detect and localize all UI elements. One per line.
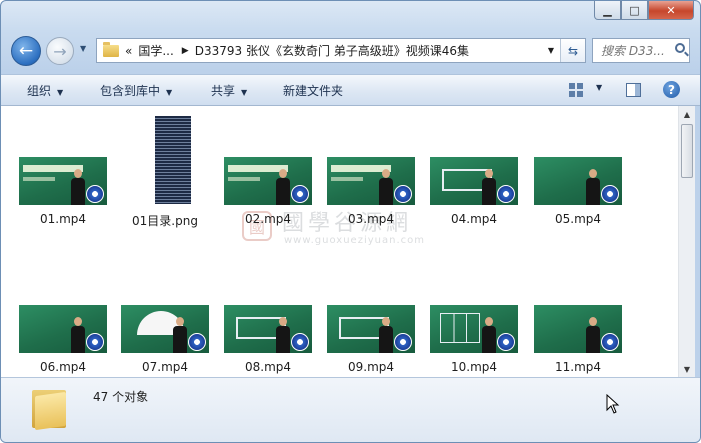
preview-pane-icon[interactable] xyxy=(626,83,641,97)
file-name: 10.mp4 xyxy=(450,360,498,374)
file-name: 03.mp4 xyxy=(347,212,395,226)
file-name: 07.mp4 xyxy=(141,360,189,374)
file-name: 11.mp4 xyxy=(554,360,602,374)
vertical-scrollbar[interactable]: ▲ ▼ xyxy=(678,106,695,377)
back-button[interactable]: ← xyxy=(11,36,41,66)
forward-button[interactable]: → xyxy=(46,37,74,65)
organize-menu[interactable]: 组织 ▼ xyxy=(27,82,63,99)
file-name: 01.mp4 xyxy=(39,212,87,226)
search-box[interactable] xyxy=(592,38,690,63)
file-name: 08.mp4 xyxy=(244,360,292,374)
refresh-button[interactable]: ⇆ xyxy=(560,39,585,62)
search-input[interactable] xyxy=(599,42,675,59)
share-label: 共享 xyxy=(211,84,236,98)
explorer-window: ▁ □ ✕ ← → ▼ « 国学... ▶ D33793 张仪《玄数奇门 弟子高… xyxy=(0,0,701,443)
breadcrumb-overflow[interactable]: « xyxy=(125,44,132,58)
include-in-library-label: 包含到库中 xyxy=(100,84,161,98)
video-thumbnail xyxy=(430,305,518,353)
item-count: 47 个对象 xyxy=(93,390,149,404)
video-thumbnail xyxy=(19,305,107,353)
file-item[interactable]: 03.mp4 xyxy=(327,106,427,246)
address-dropdown-icon[interactable]: ▼ xyxy=(543,39,559,62)
share-menu[interactable]: 共享 ▼ xyxy=(211,82,247,99)
file-item[interactable]: 06.mp4 xyxy=(19,254,119,377)
command-bar: 组织 ▼ 包含到库中 ▼ 共享 ▼ 新建文件夹 ▼ ? xyxy=(1,74,700,106)
caption-buttons: ▁ □ ✕ xyxy=(594,1,694,20)
video-file-icon xyxy=(291,333,309,351)
video-file-icon xyxy=(86,185,104,203)
video-thumbnail xyxy=(224,157,312,205)
file-item[interactable]: 04.mp4 xyxy=(430,106,530,246)
file-list-view[interactable]: 國 國學谷源網 www.guoxueziyuan.com 01.mp4 01目录.… xyxy=(1,106,678,377)
file-item[interactable]: 02.mp4 xyxy=(224,106,324,246)
scrollbar-thumb[interactable] xyxy=(681,124,693,178)
breadcrumb-separator-icon[interactable]: ▶ xyxy=(182,46,189,56)
recent-pages-dropdown[interactable]: ▼ xyxy=(80,44,86,53)
new-folder-label: 新建文件夹 xyxy=(283,84,344,98)
change-view-icon[interactable] xyxy=(569,83,583,97)
file-item[interactable]: 09.mp4 xyxy=(327,254,427,377)
chevron-down-icon: ▼ xyxy=(57,88,64,97)
view-options-dropdown[interactable]: ▼ xyxy=(596,83,602,92)
video-thumbnail xyxy=(19,157,107,205)
file-item[interactable]: 07.mp4 xyxy=(121,254,221,377)
file-name: 02.mp4 xyxy=(244,212,292,226)
minimize-button[interactable]: ▁ xyxy=(594,1,621,20)
new-folder-button[interactable]: 新建文件夹 xyxy=(283,82,343,99)
video-thumbnail xyxy=(534,305,622,353)
file-item[interactable]: 08.mp4 xyxy=(224,254,324,377)
organize-label: 组织 xyxy=(27,84,52,98)
video-thumbnail xyxy=(534,157,622,205)
title-bar: ▁ □ ✕ xyxy=(1,1,700,29)
video-file-icon xyxy=(394,333,412,351)
include-in-library-menu[interactable]: 包含到库中 ▼ xyxy=(100,82,172,99)
video-file-icon xyxy=(497,333,515,351)
scroll-up-icon[interactable]: ▲ xyxy=(679,106,695,122)
video-thumbnail xyxy=(430,157,518,205)
file-name: 09.mp4 xyxy=(347,360,395,374)
chevron-down-icon: ▼ xyxy=(166,88,173,97)
file-name: 01目录.png xyxy=(132,214,198,228)
folder-icon xyxy=(103,41,119,57)
help-icon[interactable]: ? xyxy=(663,81,680,98)
file-item[interactable]: 10.mp4 xyxy=(430,254,530,377)
video-file-icon xyxy=(188,333,206,351)
file-item[interactable]: 01.mp4 xyxy=(19,106,119,246)
video-file-icon xyxy=(601,333,619,351)
file-item[interactable]: 05.mp4 xyxy=(534,106,634,246)
details-pane: 47 个对象 xyxy=(1,377,700,442)
scroll-down-icon[interactable]: ▼ xyxy=(679,361,695,377)
navigation-bar: ← → ▼ « 国学... ▶ D33793 张仪《玄数奇门 弟子高级班》视频课… xyxy=(1,31,700,71)
folder-icon xyxy=(32,388,66,431)
breadcrumb-current[interactable]: D33793 张仪《玄数奇门 弟子高级班》视频课46集 xyxy=(195,42,469,59)
video-thumbnail xyxy=(327,305,415,353)
chevron-down-icon: ▼ xyxy=(241,88,248,97)
address-bar[interactable]: « 国学... ▶ D33793 张仪《玄数奇门 弟子高级班》视频课46集 ▼ … xyxy=(96,38,586,63)
video-file-icon xyxy=(291,185,309,203)
search-icon[interactable] xyxy=(675,43,685,53)
video-file-icon xyxy=(86,333,104,351)
maximize-button[interactable]: □ xyxy=(621,1,648,20)
image-thumbnail xyxy=(155,116,191,204)
file-item[interactable]: 11.mp4 xyxy=(534,254,634,377)
video-thumbnail xyxy=(121,305,209,353)
file-name: 04.mp4 xyxy=(450,212,498,226)
video-thumbnail xyxy=(224,305,312,353)
file-name: 05.mp4 xyxy=(554,212,602,226)
file-name: 06.mp4 xyxy=(39,360,87,374)
close-button[interactable]: ✕ xyxy=(648,1,694,20)
video-file-icon xyxy=(497,185,515,203)
file-item[interactable]: 01目录.png xyxy=(121,106,221,246)
video-file-icon xyxy=(394,185,412,203)
video-file-icon xyxy=(601,185,619,203)
breadcrumb-parent[interactable]: 国学... xyxy=(138,42,173,59)
video-thumbnail xyxy=(327,157,415,205)
